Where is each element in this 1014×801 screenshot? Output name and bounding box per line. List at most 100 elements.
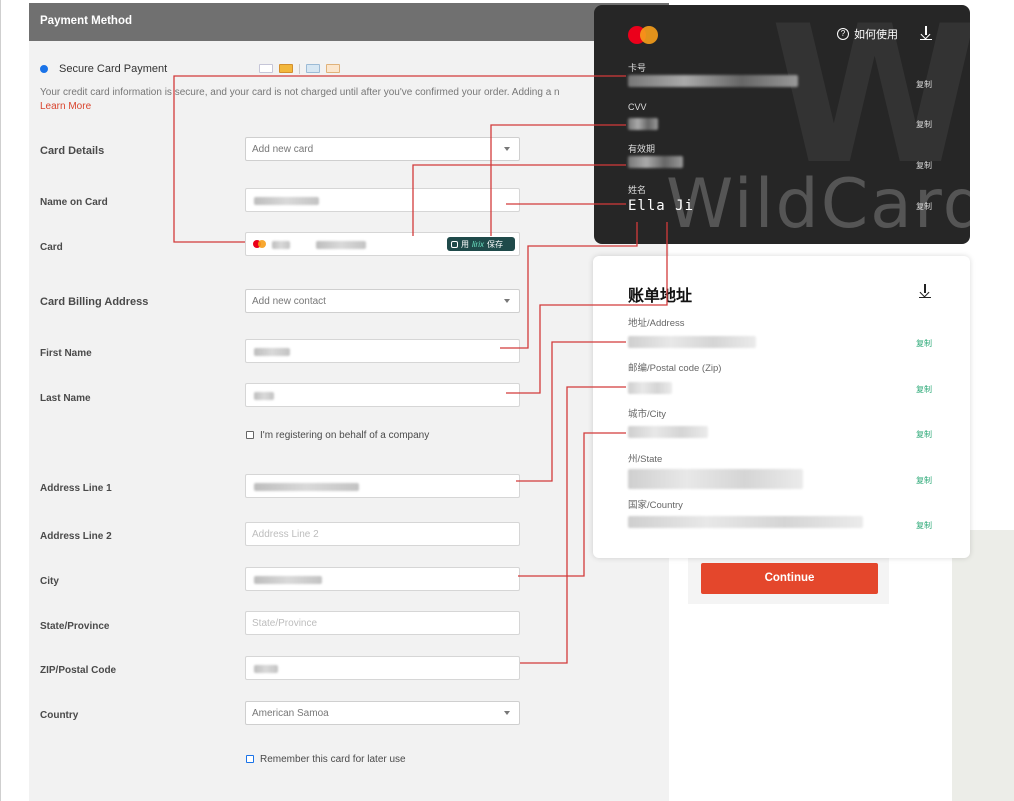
billing-title: 账单地址 [628, 288, 693, 305]
redacted-address [628, 336, 756, 348]
learn-more-link[interactable]: Learn More [40, 101, 91, 112]
window-border [0, 0, 1, 801]
form-header: Payment Method [29, 3, 669, 41]
cardholder-name-label: 姓名 [628, 185, 647, 195]
accepted-cards [259, 63, 340, 74]
company-checkbox-icon[interactable] [246, 431, 254, 439]
card-select-value: Add new card [252, 144, 314, 155]
form-header-title: Payment Method [40, 15, 133, 27]
address1-label: Address Line 1 [40, 483, 112, 494]
save-pill-suffix: 保存 [487, 239, 503, 249]
save-pill-brand: lirix [472, 239, 484, 249]
state-label: State/Province [40, 621, 110, 632]
download-icon[interactable] [919, 284, 931, 298]
zip-input[interactable] [245, 656, 520, 680]
city-label: City [40, 576, 59, 587]
last-name-label: Last Name [40, 393, 91, 404]
copy-address-button[interactable]: 复制 [916, 338, 932, 349]
copy-city-button[interactable]: 复制 [916, 429, 932, 440]
redacted-country [628, 516, 863, 528]
visa-icon [259, 64, 273, 73]
redacted-cvv [628, 118, 658, 130]
mastercard-logo-icon [279, 64, 293, 73]
save-pill-prefix: 用 [461, 239, 469, 249]
redacted-state [628, 469, 803, 489]
contact-select-value: Add new contact [252, 296, 326, 307]
expiry-label: 有效期 [628, 144, 656, 154]
divider [299, 63, 300, 74]
card-details-label: Card Details [40, 145, 105, 157]
redacted-expiry [628, 156, 683, 168]
card-number-label: 卡号 [628, 63, 647, 73]
redacted-value [254, 197, 319, 205]
cardholder-name-value: Ella Ji [628, 198, 695, 214]
card-number-input[interactable]: 用 lirix 保存 [245, 232, 520, 256]
copy-expiry-button[interactable]: 复制 [916, 160, 932, 171]
name-on-card-label: Name on Card [40, 197, 108, 208]
lirix-icon [451, 240, 458, 248]
copy-name-button[interactable]: 复制 [916, 201, 932, 212]
state-label: 州/State [628, 454, 663, 465]
card-number-label: Card [40, 242, 63, 253]
address2-label: Address Line 2 [40, 531, 112, 542]
postal-label: 邮编/Postal code (Zip) [628, 363, 722, 374]
chevron-down-icon [504, 711, 510, 715]
copy-state-button[interactable]: 复制 [916, 475, 932, 486]
copy-country-button[interactable]: 复制 [916, 520, 932, 531]
redacted-value [254, 392, 274, 400]
name-on-card-input[interactable] [245, 188, 520, 212]
card-select[interactable]: Add new card [245, 137, 520, 161]
virtual-card-panel: W WildCard ? 如何使用 卡号 复制 CVV 复制 有效期 复制 姓名… [594, 5, 970, 244]
download-icon[interactable] [920, 26, 932, 40]
first-name-label: First Name [40, 348, 92, 359]
chevron-down-icon [504, 147, 510, 151]
mastercard-icon [628, 26, 658, 44]
country-label: 国家/Country [628, 500, 683, 511]
redacted-value [254, 576, 322, 584]
help-link[interactable]: ? 如何使用 [837, 26, 898, 42]
secure-card-label[interactable]: Secure Card Payment [59, 63, 167, 75]
city-input[interactable] [245, 567, 520, 591]
copy-cvv-button[interactable]: 复制 [916, 119, 932, 130]
country-select[interactable]: American Samoa [245, 701, 520, 725]
discover-icon [326, 64, 340, 73]
company-checkbox-label[interactable]: I'm registering on behalf of a company [260, 430, 429, 441]
address-label: 地址/Address [628, 318, 685, 329]
redacted-value [254, 483, 359, 491]
mastercard-icon [253, 240, 266, 248]
address2-input[interactable]: Address Line 2 [245, 522, 520, 546]
address1-input[interactable] [245, 474, 520, 498]
remember-card-checkbox-icon[interactable] [246, 755, 254, 763]
redacted-value [316, 241, 366, 249]
payment-form: Payment Method Secure Card Payment Your … [29, 3, 669, 801]
redacted-value [254, 665, 278, 673]
help-icon: ? [837, 28, 849, 40]
redacted-city [628, 426, 708, 438]
save-with-lirix-button[interactable]: 用 lirix 保存 [447, 237, 515, 251]
zip-label: ZIP/Postal Code [40, 665, 117, 676]
copy-postal-button[interactable]: 复制 [916, 384, 932, 395]
country-label: Country [40, 710, 79, 721]
redacted-value [272, 241, 290, 249]
help-label: 如何使用 [854, 29, 898, 41]
chevron-down-icon [504, 299, 510, 303]
city-label: 城市/City [628, 409, 667, 420]
address2-placeholder: Address Line 2 [252, 529, 319, 540]
secure-card-radio-icon[interactable] [40, 65, 48, 73]
security-notice: Your credit card information is secure, … [40, 87, 560, 98]
redacted-value [254, 348, 290, 356]
first-name-input[interactable] [245, 339, 520, 363]
remember-card-label[interactable]: Remember this card for later use [260, 754, 406, 765]
amex-icon [306, 64, 320, 73]
billing-address-label: Card Billing Address [40, 296, 149, 308]
continue-button[interactable]: Continue [701, 563, 878, 594]
redacted-card-number [628, 75, 798, 87]
copy-card-number-button[interactable]: 复制 [916, 79, 932, 90]
country-select-value: American Samoa [252, 708, 329, 719]
state-input[interactable]: State/Province [245, 611, 520, 635]
last-name-input[interactable] [245, 383, 520, 407]
redacted-postal [628, 382, 672, 394]
contact-select[interactable]: Add new contact [245, 289, 520, 313]
state-placeholder: State/Province [252, 618, 318, 629]
billing-address-panel: 账单地址 地址/Address 复制 邮编/Postal code (Zip) … [593, 256, 970, 558]
